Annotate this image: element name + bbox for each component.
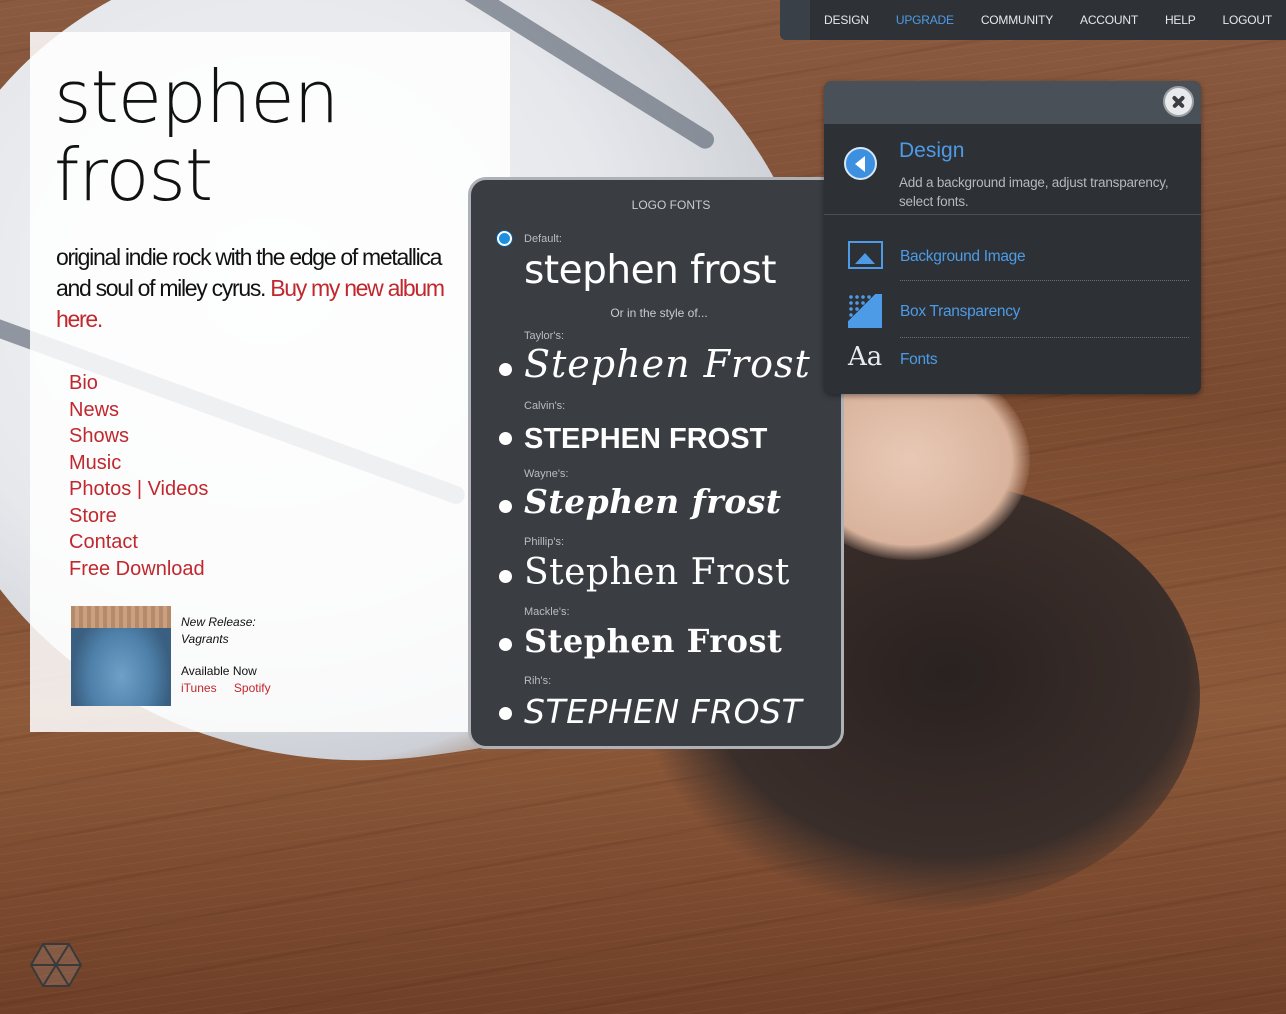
font-label-phillip: Phillip's: — [524, 536, 565, 548]
logo-fonts-panel: LOGO FONTS Default: stephen frost Or in … — [468, 177, 844, 749]
back-arrow-icon[interactable] — [844, 147, 877, 180]
font-sample-default[interactable]: stephen frost — [524, 248, 777, 293]
nav-help[interactable]: HELP — [1165, 13, 1196, 27]
font-radio-mackle[interactable] — [499, 638, 512, 651]
design-panel-title: Design — [899, 139, 965, 162]
site-nav-bio[interactable]: Bio — [69, 370, 208, 397]
site-nav-free-download[interactable]: Free Download — [69, 556, 208, 583]
release-links: iTunes Spotify — [181, 681, 285, 695]
design-item-label: Fonts — [900, 351, 938, 368]
design-panel: Design Add a background image, adjust tr… — [824, 81, 1201, 394]
site-tagline: original indie rock with the edge of met… — [56, 242, 456, 335]
site-content-box: stephen frost original indie rock with t… — [30, 32, 510, 732]
divider — [900, 337, 1189, 338]
design-item-background-image[interactable]: Background Image — [848, 235, 1189, 281]
itunes-link[interactable]: iTunes — [181, 681, 217, 695]
font-radio-rih[interactable] — [499, 707, 512, 720]
site-nav-photos-videos[interactable]: Photos | Videos — [69, 476, 208, 503]
logo-line-1: stephen — [54, 55, 339, 139]
font-label-calvin: Calvin's: — [524, 400, 566, 412]
nav-upgrade[interactable]: UPGRADE — [896, 13, 954, 27]
font-sample-phillip[interactable]: Stephen Frost — [524, 552, 790, 593]
design-item-box-transparency[interactable]: Box Transparency — [848, 292, 1189, 338]
nav-account[interactable]: ACCOUNT — [1080, 13, 1138, 27]
font-radio-calvin[interactable] — [499, 432, 512, 445]
font-sample-rih[interactable]: STEPHEN FROST — [524, 692, 802, 731]
nav-logout[interactable]: LOGOUT — [1223, 13, 1273, 27]
design-item-label: Box Transparency — [900, 303, 1021, 320]
logo-fonts-title: LOGO FONTS — [631, 198, 711, 212]
font-label-rih: Rih's: — [524, 675, 552, 687]
close-icon[interactable] — [1163, 86, 1194, 117]
release-availability: Available Now — [181, 664, 257, 678]
design-panel-header — [824, 81, 1201, 124]
divider — [824, 214, 1201, 215]
release-title-line-1: New Release: — [181, 615, 256, 629]
site-logo[interactable]: stephen frost — [54, 55, 339, 217]
font-label-taylor: Taylor's: — [524, 330, 564, 342]
site-nav-shows[interactable]: Shows — [69, 423, 208, 450]
font-sample-mackle[interactable]: Stephen Frost — [524, 622, 782, 660]
release-title: New Release: Vagrants — [181, 614, 256, 648]
landscape-image-icon — [848, 241, 883, 269]
font-radio-wayne[interactable] — [499, 500, 512, 513]
font-sample-calvin[interactable]: STEPHEN FROST — [524, 423, 767, 456]
font-radio-default[interactable] — [497, 231, 512, 246]
nav-handle — [780, 0, 810, 40]
site-nav-contact[interactable]: Contact — [69, 529, 208, 556]
font-radio-phillip[interactable] — [499, 570, 512, 583]
site-nav-store[interactable]: Store — [69, 503, 208, 530]
hexagon-logo-icon[interactable] — [30, 942, 82, 988]
font-aa-icon: Aa — [848, 342, 883, 372]
design-item-fonts[interactable]: Aa Fonts — [848, 342, 1189, 390]
divider — [900, 280, 1189, 281]
site-navigation: Bio News Shows Music Photos | Videos Sto… — [69, 370, 208, 582]
site-nav-news[interactable]: News — [69, 397, 208, 424]
nav-community[interactable]: COMMUNITY — [981, 13, 1053, 27]
nav-design[interactable]: DESIGN — [824, 13, 869, 27]
font-sample-wayne[interactable]: Stephen frost — [524, 482, 782, 521]
font-label-mackle: Mackle's: — [524, 606, 570, 618]
font-label-wayne: Wayne's: — [524, 468, 569, 480]
new-release: New Release: Vagrants Available Now iTun… — [71, 606, 311, 706]
font-label-default: Default: — [524, 233, 562, 245]
site-nav-music[interactable]: Music — [69, 450, 208, 477]
album-art[interactable] — [71, 606, 171, 706]
top-navigation: DESIGN UPGRADE COMMUNITY ACCOUNT HELP LO… — [780, 0, 1286, 40]
font-sample-taylor[interactable]: Stephen Frost — [524, 342, 811, 386]
or-style-label: Or in the style of... — [610, 306, 708, 320]
release-title-line-2: Vagrants — [181, 632, 229, 646]
design-panel-description: Add a background image, adjust transpare… — [899, 175, 1169, 209]
spotify-link[interactable]: Spotify — [234, 681, 271, 695]
font-radio-taylor[interactable] — [499, 363, 512, 376]
transparency-grid-icon — [848, 294, 882, 328]
design-item-label: Background Image — [900, 248, 1026, 265]
logo-line-2: frost — [54, 133, 213, 217]
